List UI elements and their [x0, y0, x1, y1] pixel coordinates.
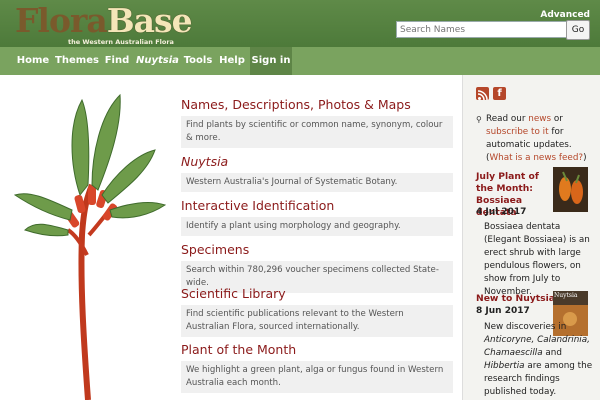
- entry-description: Western Australia's Journal of Systemati…: [181, 173, 453, 192]
- news-link[interactable]: news: [528, 114, 551, 124]
- nav-tools[interactable]: Tools: [182, 47, 214, 75]
- rss-icon[interactable]: [476, 87, 489, 101]
- nav-sign-in[interactable]: Sign in: [250, 47, 292, 75]
- nav-find[interactable]: Find: [102, 47, 132, 75]
- nuytsia-news-title-link[interactable]: New to Nuytsia: [476, 293, 556, 305]
- entry-title-link[interactable]: Interactive Identification: [181, 198, 453, 213]
- main-nav: Home Themes Find Nuytsia Tools Help Sign…: [0, 47, 600, 75]
- sidebar: f ⚲ Read our news or subscribe to it for…: [462, 75, 600, 400]
- nav-themes[interactable]: Themes: [55, 47, 99, 75]
- nuytsia-news-text: New discoveries in Anticoryne, Calandrin…: [484, 322, 593, 397]
- logo-base-text: Base: [106, 1, 193, 40]
- entry-description: Find plants by scientific or common name…: [181, 116, 453, 148]
- entry-title-link[interactable]: Nuytsia: [181, 154, 453, 169]
- nuytsia-news-date: 8 Jun 2017: [476, 306, 530, 316]
- advanced-search-link[interactable]: Advanced: [540, 10, 590, 20]
- logo-subtitle: the Western Australian Flora: [68, 38, 174, 46]
- news-text: Read our news or: [486, 114, 563, 124]
- potm-date: 4 Jul 2017: [476, 207, 527, 217]
- search-input[interactable]: [396, 21, 568, 38]
- nav-home[interactable]: Home: [14, 47, 52, 75]
- pin-icon: ⚲: [476, 115, 482, 124]
- site-header: FloraBase the Western Australian Flora A…: [0, 0, 600, 47]
- entry-interactive-identification: Interactive Identification Identify a pl…: [181, 198, 453, 236]
- entry-title-link[interactable]: Scientific Library: [181, 286, 453, 301]
- kangaroo-paw-illustration: [13, 93, 167, 400]
- entry-nuytsia: Nuytsia Western Australia's Journal of S…: [181, 154, 453, 192]
- subscribe-link[interactable]: subscribe to it: [486, 127, 549, 137]
- entry-title-link[interactable]: Specimens: [181, 242, 453, 257]
- entry-description: Find scientific publications relevant to…: [181, 305, 453, 337]
- florabase-logo[interactable]: FloraBase the Western Australian Flora: [15, 3, 193, 47]
- logo-flora-text: Flora: [15, 1, 108, 40]
- nav-help[interactable]: Help: [218, 47, 246, 75]
- entry-names: Names, Descriptions, Photos & Maps Find …: [181, 97, 453, 148]
- news-feed-link[interactable]: What is a news feed?: [489, 153, 583, 163]
- entry-description: Identify a plant using morphology and ge…: [181, 217, 453, 236]
- nav-nuytsia[interactable]: Nuytsia: [136, 47, 179, 75]
- potm-text: Bossiaea dentata (Elegant Bossiaea) is a…: [484, 222, 590, 297]
- entry-scientific-library: Scientific Library Find scientific publi…: [181, 286, 453, 337]
- entry-title-link[interactable]: Names, Descriptions, Photos & Maps: [181, 97, 453, 112]
- facebook-icon[interactable]: f: [493, 87, 506, 100]
- nuytsia-thumb-label: Nuytsia: [554, 292, 578, 299]
- entry-description: We highlight a green plant, alga or fung…: [181, 361, 453, 393]
- bossiaea-thumbnail[interactable]: [553, 167, 588, 212]
- entry-plant-of-the-month: Plant of the Month We highlight a green …: [181, 342, 453, 393]
- entry-title-link[interactable]: Plant of the Month: [181, 342, 453, 357]
- search-go-button[interactable]: Go: [566, 20, 590, 40]
